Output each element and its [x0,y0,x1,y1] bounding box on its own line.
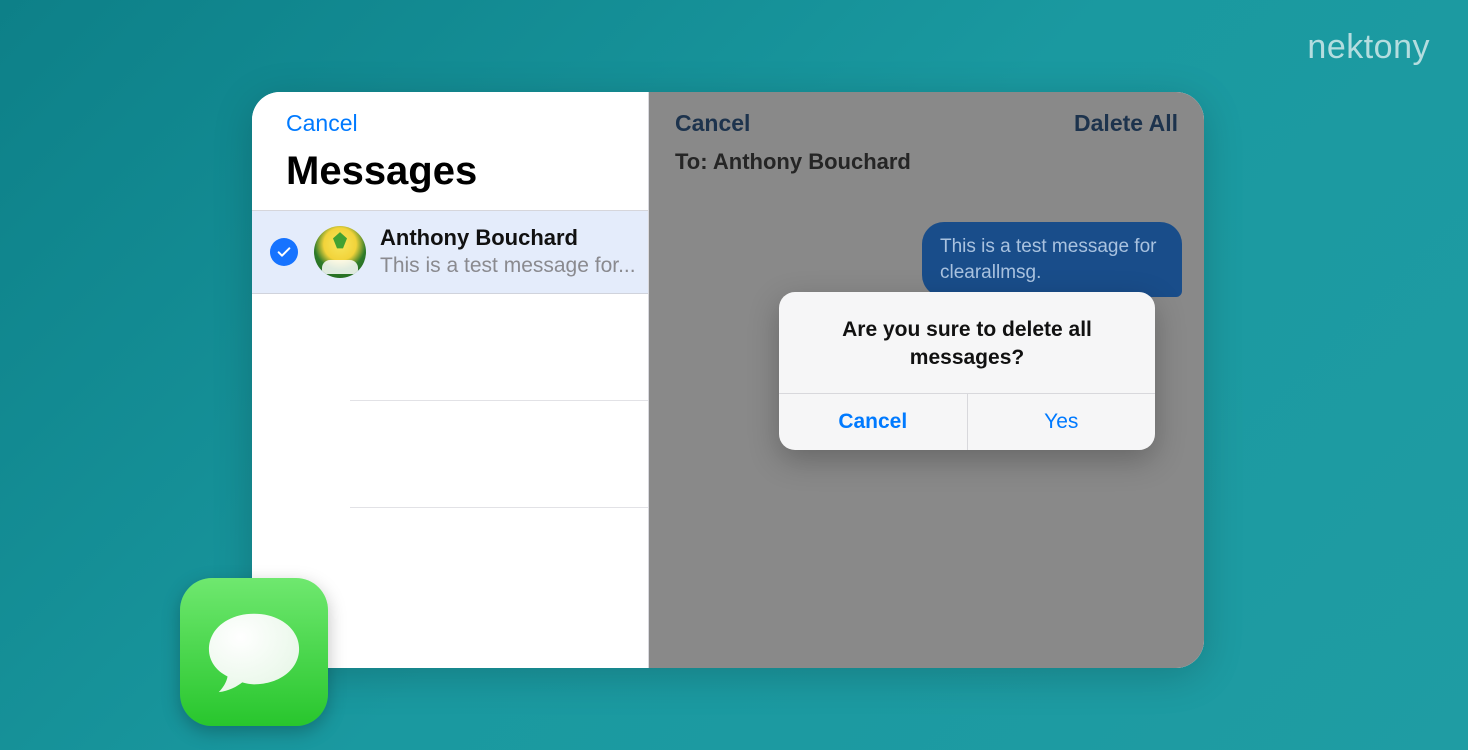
messages-app-icon [180,578,328,726]
message-bubble: This is a test message for clearallmsg. [922,222,1182,297]
left-navbar: Cancel [252,92,648,143]
conversation-pane: Cancel Dalete All To: Anthony Bouchard T… [649,92,1204,668]
conversation-text: Anthony Bouchard This is a test message … [380,225,636,279]
alert-button-row: Cancel Yes [779,393,1155,450]
selection-check-icon[interactable] [270,238,298,266]
confirm-delete-alert: Are you sure to delete all messages? Can… [779,292,1155,450]
conversation-row[interactable]: Anthony Bouchard This is a test message … [252,211,648,294]
conversation-name: Anthony Bouchard [380,225,636,251]
alert-message: Are you sure to delete all messages? [779,292,1155,393]
check-icon [276,244,292,260]
cancel-button[interactable]: Cancel [286,110,358,137]
device-window: Cancel Messages Anthony Bouchard This is… [252,92,1204,668]
brand-logo: nektony [1307,28,1430,67]
conversation-preview: This is a test message for... [380,253,636,279]
list-divider [350,401,648,508]
list-divider [350,294,648,401]
avatar [314,226,366,278]
alert-yes-button[interactable]: Yes [967,394,1156,450]
page-title: Messages [252,143,648,210]
alert-cancel-button[interactable]: Cancel [779,394,967,450]
